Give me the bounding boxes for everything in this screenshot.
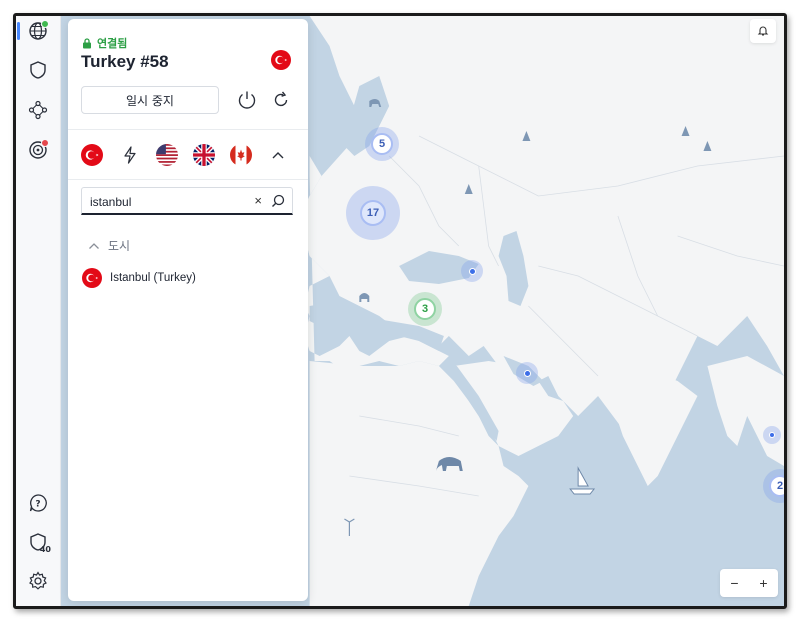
server-cluster-connected[interactable]: 3 [408,292,442,326]
turkey-flag-icon [81,144,103,166]
collapse-button[interactable] [266,143,290,167]
alert-dot [41,139,49,147]
cluster-count: 2 [776,480,784,492]
cluster-count: 17 [366,207,380,219]
quick-connect-bar [80,143,300,169]
refresh-icon [274,91,288,107]
server-pin[interactable] [763,426,781,444]
section-label: 도시 [108,239,131,253]
quick-usa[interactable] [155,143,179,167]
search-icon[interactable] [270,193,286,209]
notification-button[interactable] [750,19,776,43]
chevron-up-icon [89,242,99,249]
zoom-controls: − + [720,569,778,597]
active-indicator [17,22,20,40]
rail-settings[interactable] [24,567,52,595]
svg-text:?: ? [35,500,40,510]
quick-turkey[interactable] [80,143,104,167]
zoom-out-button[interactable]: − [730,575,738,591]
cluster-count: 3 [421,303,429,315]
bell-icon [757,26,769,36]
search-input[interactable] [90,193,240,211]
divider [68,129,308,130]
connection-status: 연결됨 [82,35,127,51]
result-label: Istanbul (Turkey) [110,272,196,284]
pause-button[interactable]: 일시 중지 [81,86,219,114]
rail-meshnet[interactable] [24,96,52,124]
disconnect-button[interactable] [236,89,258,111]
power-icon [238,91,256,109]
app-window: 5 17 3 2 − + ? 40 연결됨 Turkey #58 일시 중지 i… [13,13,787,609]
quick-canada[interactable] [229,143,253,167]
rail-help[interactable]: ? [24,489,52,517]
canada-flag-icon [230,144,252,166]
cluster-count: 5 [378,138,386,150]
rail-shield[interactable] [24,56,52,84]
turkey-flag-icon [271,50,291,75]
search-field: × [81,187,293,215]
server-pin[interactable] [461,260,483,282]
server-cluster[interactable]: 17 [346,186,400,240]
left-rail: ? 40 [16,16,61,606]
meshnet-icon [28,100,48,120]
server-cluster[interactable]: 5 [365,127,399,161]
lock-icon [83,37,91,48]
rail-protection[interactable]: 40 [24,528,52,556]
connected-dot [41,20,49,28]
protection-count: 40 [39,545,51,554]
usa-flag-icon [156,144,178,166]
divider [68,179,308,180]
search-result-item[interactable]: Istanbul (Turkey) [82,268,196,288]
status-label: 연결됨 [97,38,128,50]
rail-threat[interactable] [24,136,52,164]
connection-panel: 연결됨 Turkey #58 일시 중지 istanbul × 도시 Istan… [68,19,308,601]
zoom-in-button[interactable]: + [759,575,767,591]
quick-uk[interactable] [192,143,216,167]
quick-fastest[interactable] [118,143,142,167]
server-name: Turkey #58 [81,52,169,71]
turkey-flag-icon [82,268,102,288]
rail-globe[interactable] [24,17,52,45]
reconnect-button[interactable] [270,89,292,111]
shield-icon [30,61,46,79]
uk-flag-icon [193,144,215,166]
gear-icon [29,571,47,590]
cities-section-header[interactable]: 도시 [88,237,130,254]
chevron-up-icon [272,152,284,159]
help-icon: ? [29,494,47,512]
clear-search-button[interactable]: × [254,193,262,208]
lightning-icon [124,146,136,164]
server-pin[interactable] [516,362,538,384]
